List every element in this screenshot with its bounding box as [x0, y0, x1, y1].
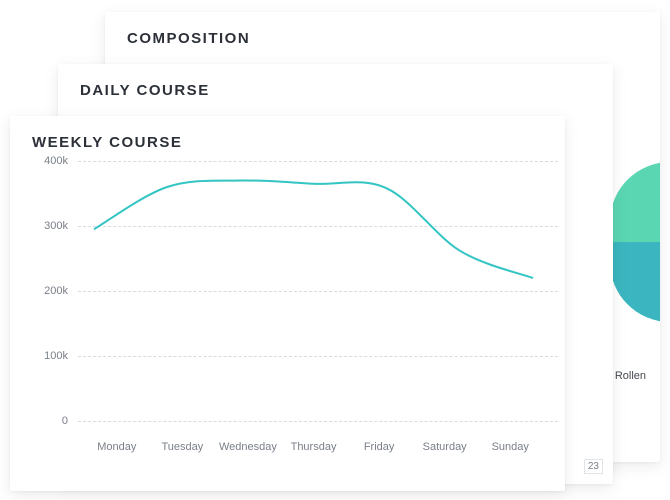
y-tick-label: 0	[32, 415, 78, 427]
x-tick-label: Sunday	[477, 441, 543, 461]
line-chart-svg	[84, 161, 543, 421]
y-tick-label: 300k	[32, 220, 78, 232]
x-tick-label: Tuesday	[150, 441, 216, 461]
line-series	[94, 180, 533, 278]
y-tick-label: 200k	[32, 285, 78, 297]
weekly-course-card: WEEKLY COURSE 0 100k 200k 300k 400k MondayTu…	[10, 116, 565, 491]
x-tick-label: Wednesday	[215, 441, 281, 461]
composition-title: COMPOSITION	[127, 30, 638, 47]
plot-area	[84, 161, 543, 421]
weekly-chart: 0100k200k300k400k MondayTuesdayWednesday…	[32, 161, 543, 461]
y-tick-label: 400k	[32, 155, 78, 167]
daily-course-title: DAILY COURSE	[80, 82, 591, 99]
x-axis: MondayTuesdayWednesdayThursdayFridaySatu…	[84, 441, 543, 461]
x-tick-label: Saturday	[412, 441, 478, 461]
x-axis-fragment: 23	[584, 459, 603, 474]
x-tick-label: Monday	[84, 441, 150, 461]
pie-slice	[610, 162, 660, 242]
x-tick-label: Friday	[346, 441, 412, 461]
weekly-course-title: WEEKLY COURSE	[32, 134, 543, 151]
y-tick-label: 100k	[32, 350, 78, 362]
legend-label: Rollen	[615, 370, 646, 382]
x-tick-label: Thursday	[281, 441, 347, 461]
y-axis: 0100k200k300k400k	[32, 161, 78, 437]
pie-slice	[610, 242, 660, 322]
pie-chart-partial	[610, 162, 660, 322]
